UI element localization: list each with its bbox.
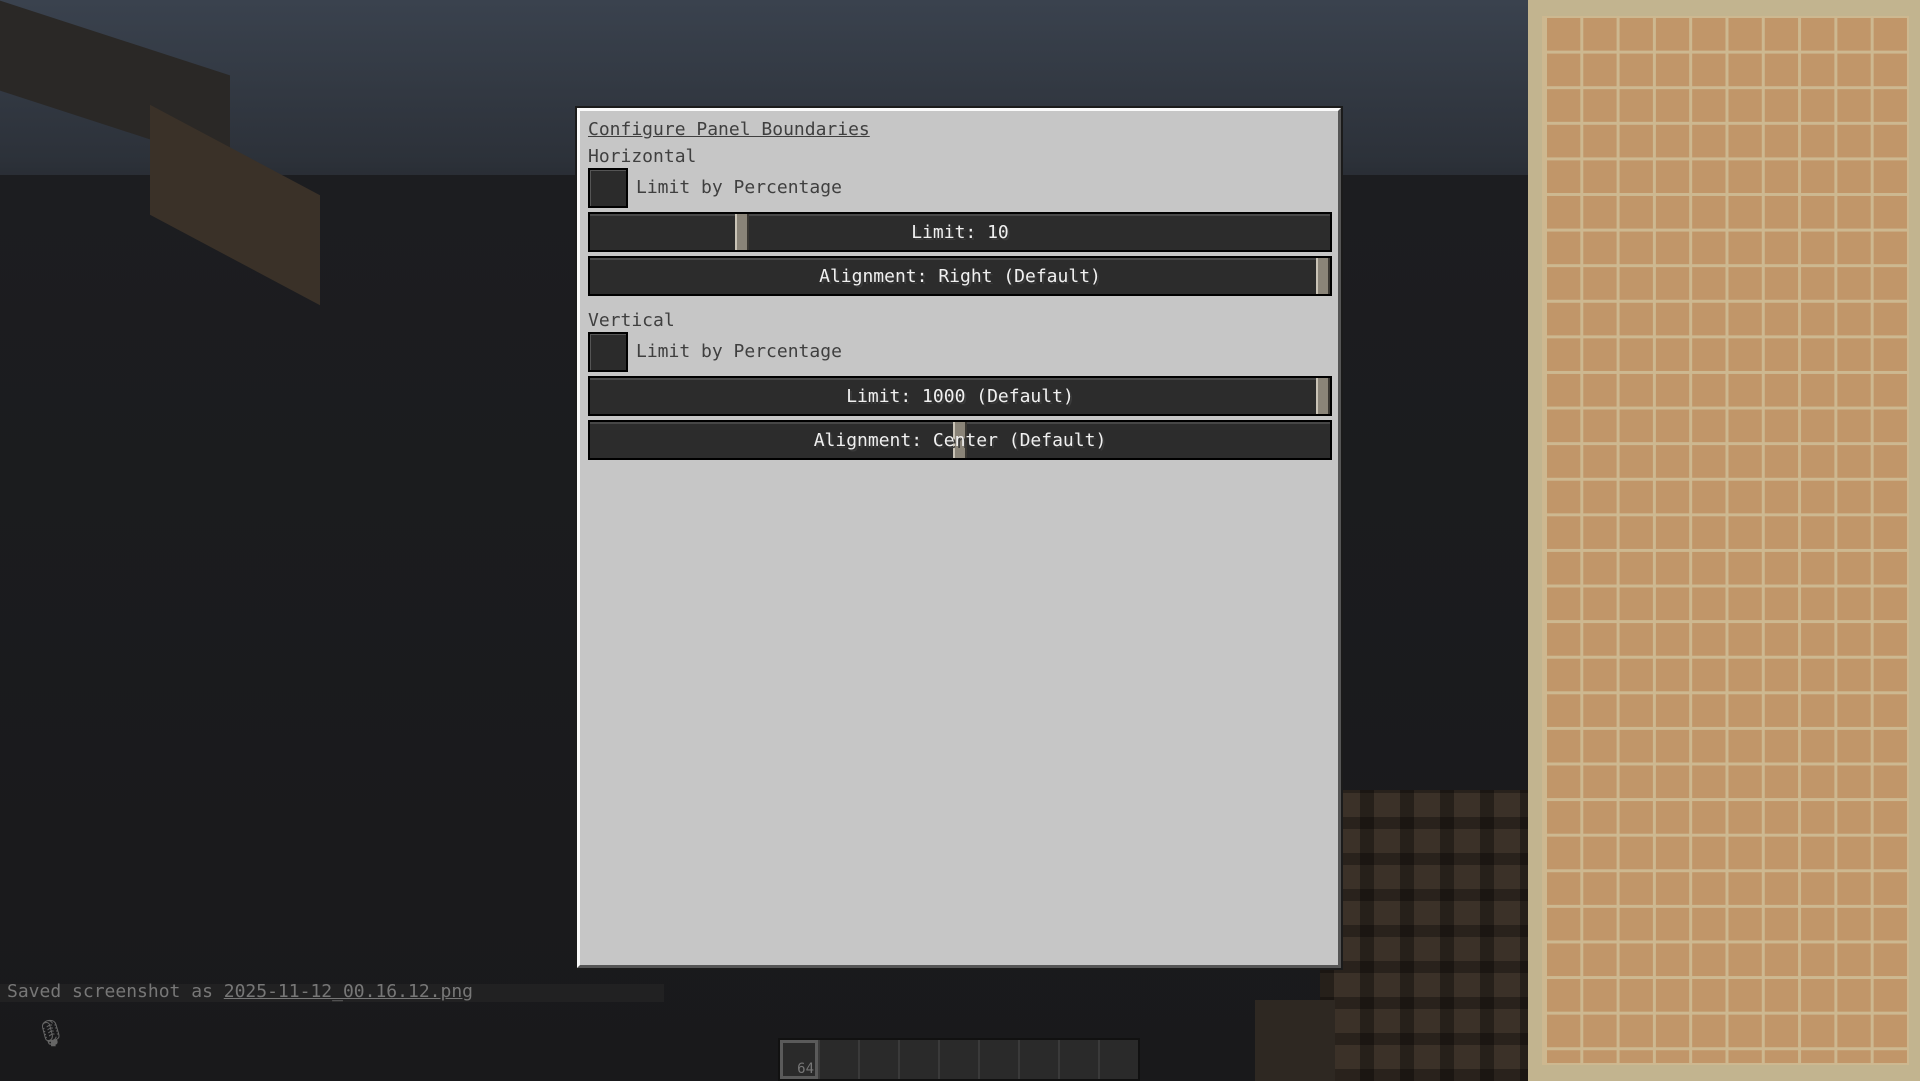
horizontal-limit-by-percentage-checkbox[interactable] [588, 168, 628, 208]
hotbar-slot[interactable] [1060, 1040, 1100, 1079]
horizontal-section-label: Horizontal [588, 146, 697, 167]
horizontal-alignment-slider[interactable]: Alignment: Right (Default) [588, 256, 1332, 296]
microphone-icon: 🎙 [34, 1019, 68, 1049]
side-grid-panel [1528, 0, 1920, 1081]
vertical-limit-slider[interactable]: Limit: 1000 (Default) [588, 376, 1332, 416]
vertical-section-label: Vertical [588, 310, 675, 331]
horizontal-alignment-value: Alignment: Right (Default) [819, 266, 1101, 287]
hotbar-slot[interactable]: 64 [780, 1040, 820, 1079]
horizontal-limit-slider[interactable]: Limit: 10 [588, 212, 1332, 252]
hotbar-slot[interactable] [940, 1040, 980, 1079]
item-count: 64 [797, 1061, 814, 1077]
dialog-title: Configure Panel Boundaries [588, 119, 870, 140]
hotbar-slot[interactable] [1020, 1040, 1060, 1079]
hotbar: 64 [778, 1038, 1140, 1081]
hotbar-slot[interactable] [860, 1040, 900, 1079]
vertical-limit-by-percentage-label: Limit by Percentage [636, 341, 842, 362]
hotbar-slot[interactable] [820, 1040, 860, 1079]
vertical-limit-value: Limit: 1000 (Default) [846, 386, 1074, 407]
wooden-block [1320, 790, 1528, 1081]
hotbar-slot[interactable] [1100, 1040, 1138, 1079]
configure-panel-boundaries-dialog: Configure Panel Boundaries Horizontal Li… [577, 108, 1341, 968]
chat-message-prefix: Saved screenshot as [7, 981, 224, 1002]
wooden-post [1255, 1000, 1335, 1081]
horizontal-limit-by-percentage-label: Limit by Percentage [636, 177, 842, 198]
vertical-limit-by-percentage-checkbox[interactable] [588, 332, 628, 372]
vertical-alignment-slider[interactable]: Alignment: Center (Default) [588, 420, 1332, 460]
hotbar-slot[interactable] [900, 1040, 940, 1079]
screenshot-file-link[interactable]: 2025-11-12_00.16.12.png [224, 981, 473, 1002]
hotbar-slot[interactable] [980, 1040, 1020, 1079]
grid-slots [1542, 16, 1909, 1065]
chat-message: Saved screenshot as 2025-11-12_00.16.12.… [7, 981, 473, 1002]
horizontal-limit-value: Limit: 10 [911, 222, 1009, 243]
vertical-alignment-value: Alignment: Center (Default) [813, 430, 1107, 451]
